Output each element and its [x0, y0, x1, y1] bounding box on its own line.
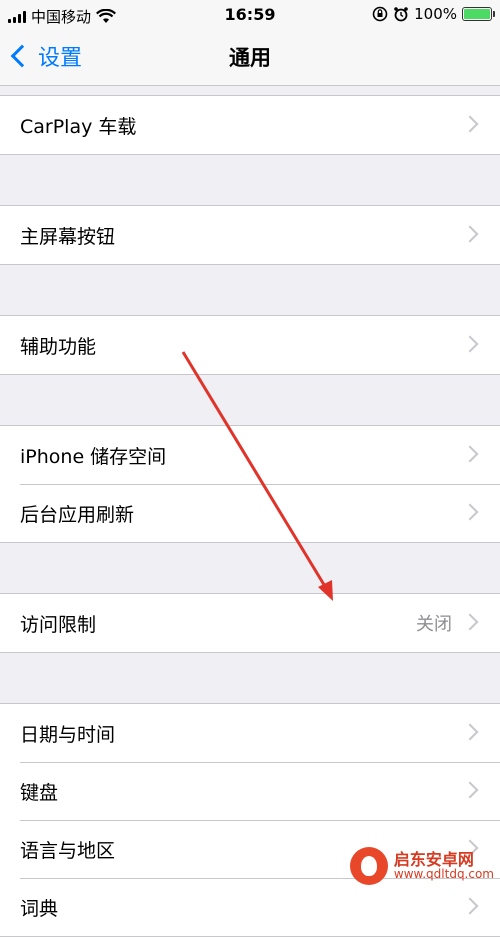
watermark: 启东安卓网 www.qdltdq.com [349, 847, 494, 885]
watermark-logo-icon [349, 847, 388, 885]
row-label: 词典 [20, 897, 59, 920]
watermark-title: 启东安卓网 [393, 849, 474, 869]
watermark-url: www.qdltdq.com [393, 867, 494, 882]
annotation-arrow [181, 351, 333, 601]
chevron-right-icon [461, 897, 479, 915]
